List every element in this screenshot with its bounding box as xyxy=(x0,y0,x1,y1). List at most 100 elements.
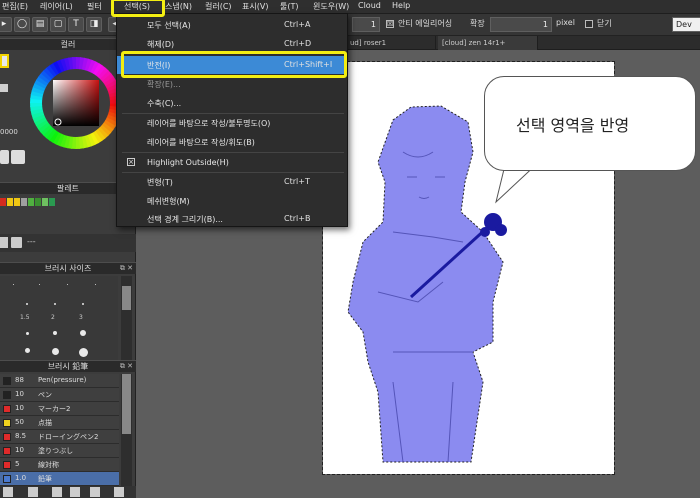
brush-name: 点描 xyxy=(38,419,52,427)
brush-row[interactable]: 1.0 鉛筆 xyxy=(0,472,119,486)
palette-swatch[interactable] xyxy=(14,198,20,206)
brush-row[interactable]: 50 点描 xyxy=(0,416,119,430)
tab-zen[interactable]: [cloud] zen 14r1+ xyxy=(438,36,538,50)
brush-copy-icon[interactable] xyxy=(28,487,38,497)
menu-item-label: 모두 선택(A) xyxy=(147,21,191,30)
main-color-swatch[interactable] xyxy=(0,54,9,68)
brush-row[interactable]: 8.5 ドローイングペン2 xyxy=(0,430,119,444)
menu-help[interactable]: Help xyxy=(392,1,410,10)
close-checkbox[interactable] xyxy=(585,20,593,28)
size-cell[interactable] xyxy=(70,300,96,314)
chat-icon[interactable]: ◯ xyxy=(14,17,30,32)
brush-size-scrollbar[interactable] xyxy=(121,276,132,360)
menu-item-label: 확장(E)... xyxy=(147,80,181,89)
menu-item-highlight-outside[interactable]: × Highlight Outside(H) xyxy=(117,154,347,172)
tab-roser1[interactable]: ud] roser1 xyxy=(346,36,436,50)
size-label: 1.5 xyxy=(20,314,30,321)
brush-folder-icon[interactable] xyxy=(52,487,62,497)
checkbox-checked-icon: × xyxy=(127,158,135,166)
menu-item-from-layer-opacity[interactable]: 레이어를 바탕으로 작성/불투명도(O) xyxy=(117,114,347,132)
menu-item-draw-border[interactable]: 선택 경계 그리기(B)... Ctrl+B xyxy=(117,210,347,228)
brush-tool-icon[interactable]: ▸ xyxy=(0,17,12,32)
menu-item-transform[interactable]: 변형(T) Ctrl+T xyxy=(117,173,347,191)
zoom-input[interactable]: 1 xyxy=(490,17,552,32)
comment-icon[interactable]: ▤ xyxy=(32,17,48,32)
palette-swatch[interactable] xyxy=(28,198,34,206)
brush-new-icon[interactable] xyxy=(70,487,80,497)
menu-item-label: 수축(C)... xyxy=(147,99,182,108)
menu-edit[interactable]: 편집(E) xyxy=(2,1,28,12)
size-cell[interactable] xyxy=(82,280,108,294)
unit-label: pixel xyxy=(556,18,575,27)
size-cell[interactable] xyxy=(14,300,40,314)
bubble-tail-join xyxy=(505,164,545,170)
value-input[interactable]: 1 xyxy=(352,17,380,32)
menu-item-label: Highlight Outside(H) xyxy=(147,158,229,167)
preset-dropdown[interactable]: Dev xyxy=(672,17,700,32)
size-cell[interactable] xyxy=(54,280,80,294)
size-cell[interactable] xyxy=(0,280,26,294)
brush-row[interactable]: 5 線対称 xyxy=(0,458,119,472)
brush-name: 鉛筆 xyxy=(38,475,52,483)
size-cell[interactable] xyxy=(70,330,96,344)
antialias-checkbox[interactable]: ☒ xyxy=(386,20,394,28)
brush-color-swatch xyxy=(3,433,11,441)
palette-swatch[interactable] xyxy=(7,198,13,206)
brush-row[interactable]: 10 マーカー2 xyxy=(0,402,119,416)
brush-size-panel-header: 브러시 사이즈 ⧉ ✕ xyxy=(0,262,136,274)
scrollbar-thumb[interactable] xyxy=(122,286,131,310)
palette-swatch[interactable] xyxy=(49,198,55,206)
brush-settings-icon[interactable] xyxy=(90,487,100,497)
color-history-icon[interactable] xyxy=(11,150,25,164)
delete-icon[interactable] xyxy=(11,237,22,248)
menu-snap[interactable]: 스냅(N) xyxy=(165,1,192,12)
brush-size-value: 50 xyxy=(15,418,24,426)
palette-swatch[interactable] xyxy=(35,198,41,206)
panel-popout-icon[interactable]: ⧉ ✕ xyxy=(120,361,133,372)
speech-icon[interactable]: ▢ xyxy=(50,17,66,32)
brush-panel-header: 브러시 鉛筆 ⧉ ✕ xyxy=(0,360,136,372)
brush-size-value: 10 xyxy=(15,404,24,412)
size-cell[interactable] xyxy=(14,330,40,344)
menu-item-label: 선택 경계 그리기(B)... xyxy=(147,215,223,224)
palette-menu-icon[interactable] xyxy=(0,237,8,248)
panel-popout-icon[interactable]: ⧉ ✕ xyxy=(120,263,133,274)
size-cell[interactable] xyxy=(42,330,68,344)
brush-menu-icon[interactable] xyxy=(3,487,13,497)
menu-window[interactable]: 윈도우(W) xyxy=(313,1,349,12)
brush-name: 線対称 xyxy=(38,461,59,469)
menu-tool[interactable]: 툴(T) xyxy=(280,1,299,12)
brush-color-swatch xyxy=(3,475,11,483)
brush-list-scrollbar[interactable] xyxy=(121,374,132,486)
menu-cloud[interactable]: Cloud xyxy=(358,1,381,10)
menu-filter[interactable]: 필터 xyxy=(87,1,102,12)
palette-swatch[interactable] xyxy=(0,198,6,206)
menu-color[interactable]: 컬러(C) xyxy=(205,1,232,12)
transparent-swatch[interactable] xyxy=(0,84,8,92)
menu-item-from-layer-luminance[interactable]: 레이어를 바탕으로 작성/휘도(B) xyxy=(117,133,347,151)
scrollbar-thumb[interactable] xyxy=(122,374,131,434)
fill-icon[interactable]: ◨ xyxy=(86,17,102,32)
menu-layer[interactable]: 레이어(L) xyxy=(40,1,73,12)
brush-delete-icon[interactable] xyxy=(114,487,124,497)
menu-item-mesh-transform[interactable]: 메쉬변형(M) xyxy=(117,192,347,210)
size-cell[interactable] xyxy=(26,280,52,294)
size-cell[interactable] xyxy=(42,300,68,314)
palette-swatch[interactable] xyxy=(21,198,27,206)
brush-row[interactable]: 10 塗りつぶし xyxy=(0,444,119,458)
brush-color-swatch xyxy=(3,461,11,469)
menu-view[interactable]: 표시(V) xyxy=(242,1,268,12)
brush-size-value: 5 xyxy=(15,460,20,468)
brush-color-swatch xyxy=(3,447,11,455)
menu-item-select-all[interactable]: 모두 선택(A) Ctrl+A xyxy=(117,16,347,34)
menu-item-shrink[interactable]: 수축(C)... xyxy=(117,94,347,112)
brush-row[interactable]: 88 Pen(pressure) xyxy=(0,374,119,388)
menu-item-label: 메쉬변형(M) xyxy=(147,197,190,206)
size-label: 2 xyxy=(51,314,55,321)
eyedropper-icon[interactable] xyxy=(0,150,9,164)
brush-list: 88 Pen(pressure) 10 ペン 10 マーカー2 50 点描 8.5 ドローイングペ… xyxy=(0,374,119,486)
palette-swatch[interactable] xyxy=(42,198,48,206)
brush-row[interactable]: 10 ペン xyxy=(0,388,119,402)
text-icon[interactable]: T xyxy=(68,17,84,32)
menu-item-label: 변형(T) xyxy=(147,178,173,187)
